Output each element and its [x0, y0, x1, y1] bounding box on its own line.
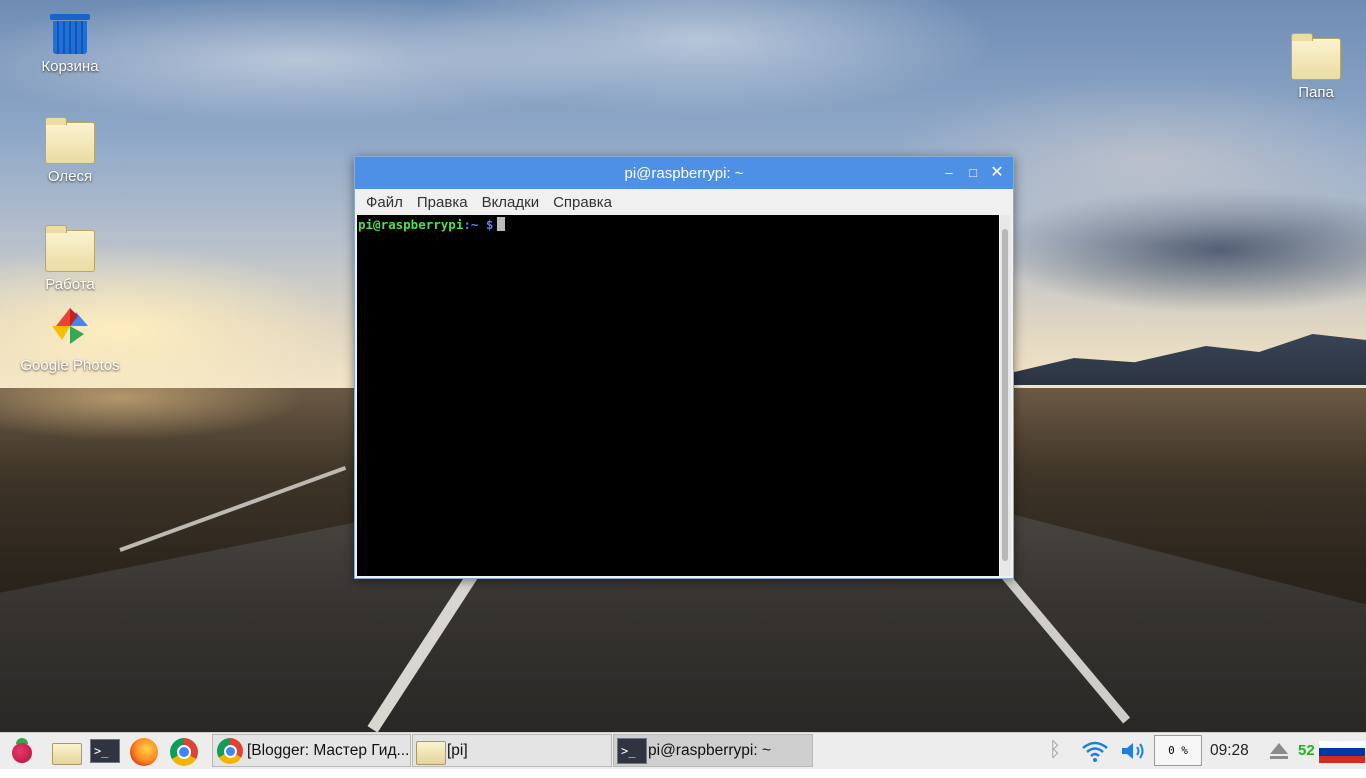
terminal-output-area[interactable]: pi@raspberrypi:~ $ [357, 215, 999, 576]
folder-icon [45, 117, 95, 164]
task-button-blogger[interactable]: [Blogger: Мастер Гид... [212, 734, 411, 767]
chromium-icon[interactable] [170, 737, 198, 766]
terminal-scrollbar[interactable] [1000, 215, 1011, 576]
folder-icon [416, 741, 446, 765]
shell-prompt: pi@raspberrypi:~ $ [358, 217, 506, 232]
wifi-icon[interactable] [1080, 739, 1110, 763]
scrollbar-thumb[interactable] [1002, 229, 1008, 561]
desktop-icon-label: Олеся [47, 168, 93, 185]
menu-help[interactable]: Справка [546, 194, 619, 211]
terminal-menubar: Файл Правка Вкладки Справка [355, 189, 1013, 215]
terminal-window[interactable]: pi@raspberrypi: ~ ‒ □ ✕ Файл Правка Вкла… [354, 156, 1014, 579]
google-photos-icon [52, 308, 88, 344]
firefox-icon[interactable] [130, 737, 158, 766]
menu-tabs[interactable]: Вкладки [475, 194, 547, 211]
terminal-icon: >_ [617, 738, 647, 764]
bluetooth-icon[interactable]: ᛒ [1044, 739, 1066, 763]
desktop-icon-rabota-folder[interactable]: Работа [15, 225, 125, 293]
prompt-user: pi@raspberrypi [358, 217, 464, 232]
volume-icon[interactable] [1120, 739, 1148, 763]
text-cursor [497, 217, 506, 231]
task-button-pi-folder[interactable]: [pi] [412, 734, 612, 767]
minimize-button[interactable]: ‒ [939, 163, 959, 183]
close-button[interactable]: ✕ [987, 163, 1007, 183]
task-label: pi@raspberrypi: ~ [648, 742, 771, 759]
menu-file[interactable]: Файл [359, 194, 410, 211]
desktop-icon-label: Google Photos [20, 357, 120, 374]
desktop-icon-label: Папа [1298, 84, 1334, 101]
desktop-icon-olesya-folder[interactable]: Олеся [15, 117, 125, 185]
russian-flag-icon[interactable] [1319, 741, 1365, 763]
eject-icon[interactable] [1268, 739, 1290, 763]
keyboard-layout-indicator[interactable]: 52 [1298, 742, 1315, 778]
folder-icon [45, 225, 95, 272]
menu-edit[interactable]: Правка [410, 194, 475, 211]
terminal-icon[interactable]: >_ [90, 737, 120, 765]
window-title: pi@raspberrypi: ~ [624, 165, 744, 182]
desktop-icon-trash[interactable]: Корзина [15, 14, 125, 75]
raspberry-menu-icon[interactable] [8, 737, 36, 765]
taskbar: >_ [Blogger: Мастер Гид... [pi] >_ pi@ra… [0, 732, 1366, 769]
desktop-icon-label: Работа [45, 276, 95, 293]
maximize-button[interactable]: □ [963, 163, 983, 183]
desktop-icon-papa-folder[interactable]: Папа [1261, 33, 1366, 101]
prompt-path: :~ $ [463, 217, 494, 232]
task-label: [pi] [447, 742, 468, 759]
task-button-terminal[interactable]: >_ pi@raspberrypi: ~ [613, 734, 813, 767]
file-manager-icon[interactable] [52, 737, 82, 765]
chromium-icon [217, 738, 243, 764]
desktop-icon-label: Корзина [41, 58, 99, 75]
desktop-icon-google-photos[interactable]: Google Photos [15, 304, 125, 374]
clock[interactable]: 09:28 [1210, 742, 1249, 778]
trash-icon [50, 14, 90, 54]
folder-icon [1291, 33, 1341, 80]
task-label: [Blogger: Мастер Гид... [247, 742, 410, 759]
cpu-monitor[interactable]: 0 % [1154, 735, 1202, 766]
window-titlebar[interactable]: pi@raspberrypi: ~ ‒ □ ✕ [355, 157, 1013, 189]
